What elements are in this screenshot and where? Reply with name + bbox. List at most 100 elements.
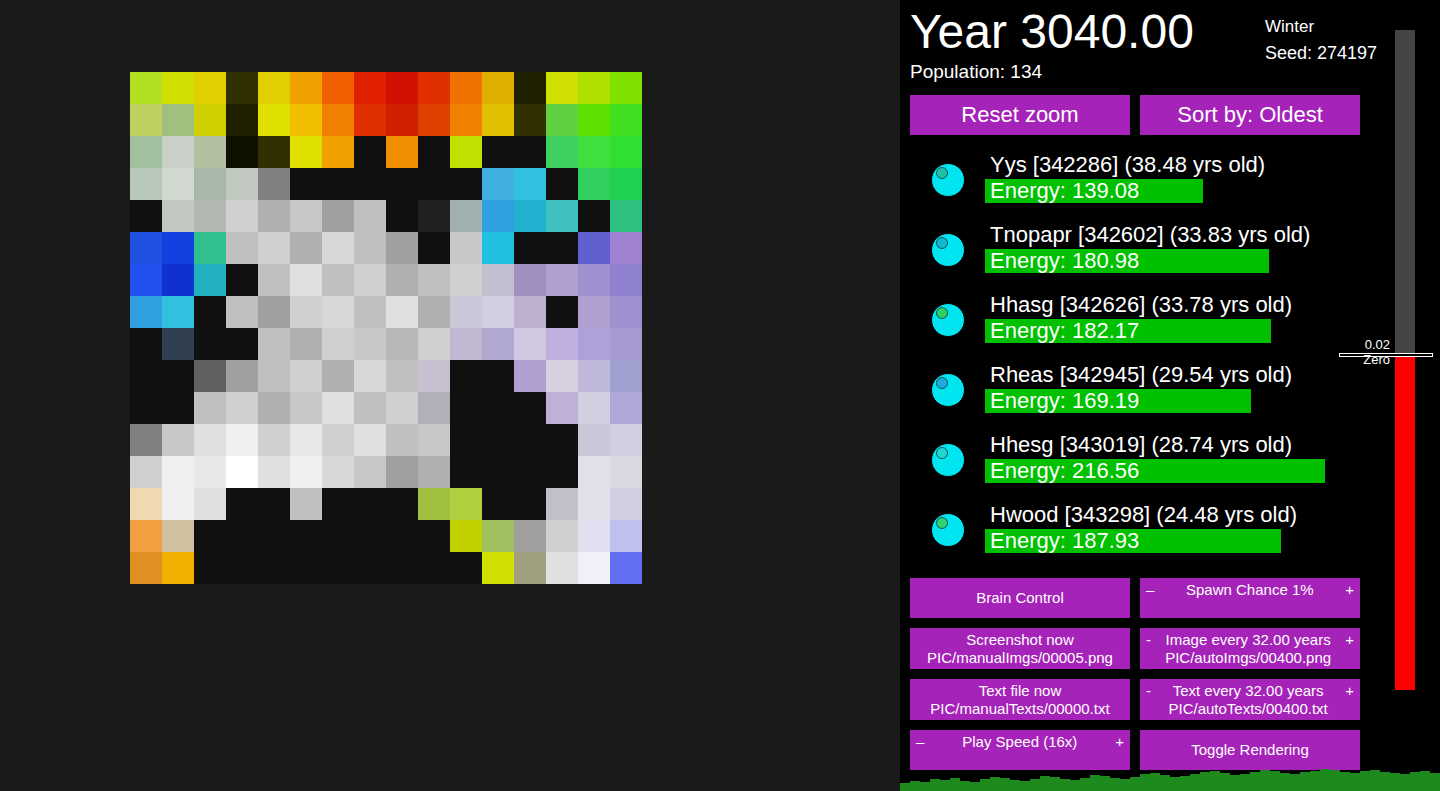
map-tile: [162, 360, 194, 392]
map-tile: [514, 104, 546, 136]
map-tile: [130, 232, 162, 264]
creature-row[interactable]: Hwood [343298] (24.48 yrs old)Energy: 18…: [910, 502, 1395, 572]
creature-name: Yys [342286] (38.48 yrs old): [985, 152, 1385, 178]
plus-button[interactable]: +: [1345, 580, 1354, 599]
minus-button[interactable]: –: [916, 732, 924, 751]
top-button[interactable]: Reset zoom: [910, 95, 1130, 135]
map-tile: [610, 360, 642, 392]
map-tile: [546, 552, 578, 584]
control-button[interactable]: Screenshot nowPIC/manualImgs/00005.png: [910, 628, 1130, 669]
map-tile: [578, 424, 610, 456]
graph-bar: [1030, 779, 1040, 791]
map-tile: [610, 200, 642, 232]
map-tile: [578, 296, 610, 328]
map-tile: [514, 72, 546, 104]
minus-button[interactable]: –: [1146, 580, 1154, 599]
control-button[interactable]: –Play Speed (16x)+: [910, 730, 1130, 770]
graph-bar: [960, 781, 970, 791]
graph-bar: [1010, 780, 1020, 791]
graph-bar: [1080, 778, 1090, 791]
control-button[interactable]: –Spawn Chance 1%+: [1140, 578, 1360, 618]
map-tile: [610, 488, 642, 520]
map-tile: [514, 200, 546, 232]
minus-button[interactable]: -: [1146, 630, 1151, 649]
energy-bar: Energy: 187.93: [985, 528, 1385, 554]
plus-button[interactable]: +: [1345, 630, 1354, 649]
map-tile: [482, 72, 514, 104]
map-tile: [322, 552, 354, 584]
map-tile: [130, 456, 162, 488]
graph-bar: [1040, 776, 1050, 791]
map-tile: [290, 456, 322, 488]
graph-bar: [1260, 770, 1270, 791]
map-tile: [162, 328, 194, 360]
control-button[interactable]: Text file nowPIC/manualTexts/00000.txt: [910, 679, 1130, 720]
energy-bar: Energy: 216.56: [985, 458, 1385, 484]
creature-row[interactable]: Hhesg [343019] (28.74 yrs old)Energy: 21…: [910, 432, 1395, 502]
map-tile: [482, 424, 514, 456]
creature-name: Hhesg [343019] (28.74 yrs old): [985, 432, 1385, 458]
map-tile: [514, 456, 546, 488]
map-tile: [482, 456, 514, 488]
map-tile: [354, 488, 386, 520]
control-button[interactable]: -Image every 32.00 yearsPIC/autoImgs/004…: [1140, 628, 1360, 669]
map-tile: [578, 328, 610, 360]
map-tile: [258, 360, 290, 392]
map-tile: [546, 168, 578, 200]
world-map[interactable]: [130, 72, 642, 584]
control-button[interactable]: Toggle Rendering: [1140, 730, 1360, 770]
map-tile: [386, 328, 418, 360]
map-tile: [546, 264, 578, 296]
creature-name: Hwood [343298] (24.48 yrs old): [985, 502, 1385, 528]
creature-icon: [931, 163, 965, 197]
map-tile: [258, 424, 290, 456]
top-button[interactable]: Sort by: Oldest: [1140, 95, 1360, 135]
map-tile: [386, 488, 418, 520]
graph-bar: [1180, 776, 1190, 791]
map-tile: [578, 552, 610, 584]
creature-row[interactable]: Yys [342286] (38.48 yrs old)Energy: 139.…: [910, 152, 1395, 222]
creature-row[interactable]: Rheas [342945] (29.54 yrs old)Energy: 16…: [910, 362, 1395, 432]
slider-marker[interactable]: 0.02Zero: [1339, 353, 1433, 357]
graph-bar: [970, 782, 980, 791]
plus-button[interactable]: +: [1345, 681, 1354, 700]
graph-bar: [1390, 773, 1400, 791]
creature-row[interactable]: Tnopapr [342602] (33.83 yrs old)Energy: …: [910, 222, 1395, 292]
plus-button[interactable]: +: [1115, 732, 1124, 751]
minus-button[interactable]: -: [1146, 681, 1151, 700]
map-tile: [514, 520, 546, 552]
map-tile: [322, 104, 354, 136]
map-tile: [162, 456, 194, 488]
map-tile: [450, 72, 482, 104]
control-button[interactable]: -Text every 32.00 yearsPIC/autoTexts/004…: [1140, 679, 1360, 720]
map-tile: [610, 328, 642, 360]
map-tile: [418, 488, 450, 520]
map-tile: [130, 520, 162, 552]
map-tile: [194, 552, 226, 584]
temperature-slider[interactable]: 0.02Zero: [1395, 30, 1415, 690]
graph-bar: [1020, 781, 1030, 791]
creature-row[interactable]: Hhasg [342626] (33.78 yrs old)Energy: 18…: [910, 292, 1395, 362]
graph-bar: [1360, 771, 1370, 791]
graph-bar: [1370, 770, 1380, 791]
map-tile: [418, 72, 450, 104]
map-tile: [322, 168, 354, 200]
energy-text: Energy: 139.08: [985, 178, 1139, 203]
map-tile: [450, 488, 482, 520]
control-button[interactable]: Brain Control: [910, 578, 1130, 618]
graph-bar: [1050, 777, 1060, 791]
graph-bar: [1090, 775, 1100, 791]
map-tile: [194, 520, 226, 552]
map-tile: [354, 104, 386, 136]
map-tile: [226, 520, 258, 552]
map-tile: [130, 264, 162, 296]
map-tile: [578, 488, 610, 520]
map-tile: [514, 136, 546, 168]
map-tile: [610, 232, 642, 264]
map-tile: [226, 200, 258, 232]
world-area[interactable]: [0, 0, 900, 791]
map-tile: [386, 264, 418, 296]
map-tile: [162, 392, 194, 424]
map-tile: [482, 328, 514, 360]
map-tile: [226, 456, 258, 488]
